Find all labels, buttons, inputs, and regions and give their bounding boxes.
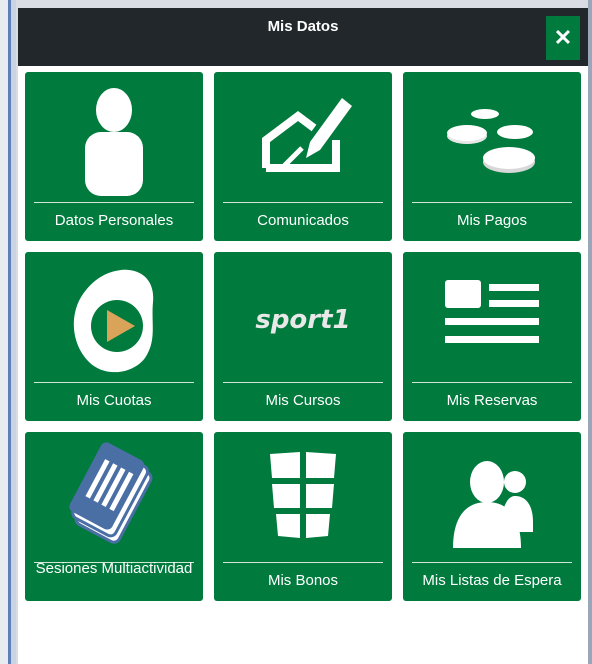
sport1-logo: sport1	[214, 258, 392, 378]
tile-label: Mis Cursos	[265, 392, 341, 409]
tile-divider	[412, 382, 572, 383]
tile-divider	[34, 382, 194, 383]
tile-mis-bonos[interactable]: Mis Bonos	[214, 432, 392, 601]
tile-sesiones-multiactividad[interactable]: Sesiones Multiactividad	[25, 432, 203, 601]
tile-divider	[223, 382, 383, 383]
close-icon: ✕	[553, 25, 573, 50]
menu-grid: Datos Personales Comunicados Mis Pagos M…	[25, 72, 582, 601]
tile-divider	[223, 562, 383, 563]
tile-mis-pagos[interactable]: Mis Pagos	[403, 72, 581, 241]
tile-comunicados[interactable]: Comunicados	[214, 72, 392, 241]
tile-mis-cuotas[interactable]: Mis Cuotas	[25, 252, 203, 421]
play-logo-icon	[25, 258, 203, 378]
ticket-stack-icon	[25, 438, 203, 558]
tile-mis-reservas[interactable]: Mis Reservas	[403, 252, 581, 421]
tile-label: Comunicados	[257, 212, 349, 229]
modal-header: Mis Datos ✕	[18, 8, 588, 66]
tile-label: Mis Listas de Espera	[422, 572, 562, 589]
tile-mis-cursos[interactable]: sport1 Mis Cursos	[214, 252, 392, 421]
tile-divider	[412, 202, 572, 203]
tile-divider	[412, 562, 572, 563]
person-icon	[25, 78, 203, 198]
coins-icon	[403, 78, 581, 198]
users-icon	[403, 438, 581, 558]
tile-label: Datos Personales	[54, 212, 174, 229]
tile-label: Mis Cuotas	[76, 392, 152, 409]
tile-mis-listas-de-espera[interactable]: Mis Listas de Espera	[403, 432, 581, 601]
tile-divider	[34, 202, 194, 203]
close-button[interactable]: ✕	[546, 16, 580, 60]
tile-divider	[223, 202, 383, 203]
tile-label: Mis Pagos	[456, 212, 528, 229]
window-right-edge	[588, 0, 592, 664]
tile-datos-personales[interactable]: Datos Personales	[25, 72, 203, 241]
tile-label: Mis Reservas	[446, 392, 538, 409]
news-list-icon	[403, 258, 581, 378]
compose-icon	[214, 78, 392, 198]
window-left-edge	[0, 0, 16, 664]
tile-label: Mis Bonos	[267, 572, 339, 589]
sport1-logo-text: sport1	[255, 305, 350, 335]
modal-title: Mis Datos	[267, 18, 339, 35]
tile-label: Sesiones Multiactividad	[35, 560, 193, 577]
bonus-blocks-icon	[214, 438, 392, 558]
mis-datos-modal: Mis Datos ✕ Datos Personales Comunicados…	[18, 8, 588, 664]
